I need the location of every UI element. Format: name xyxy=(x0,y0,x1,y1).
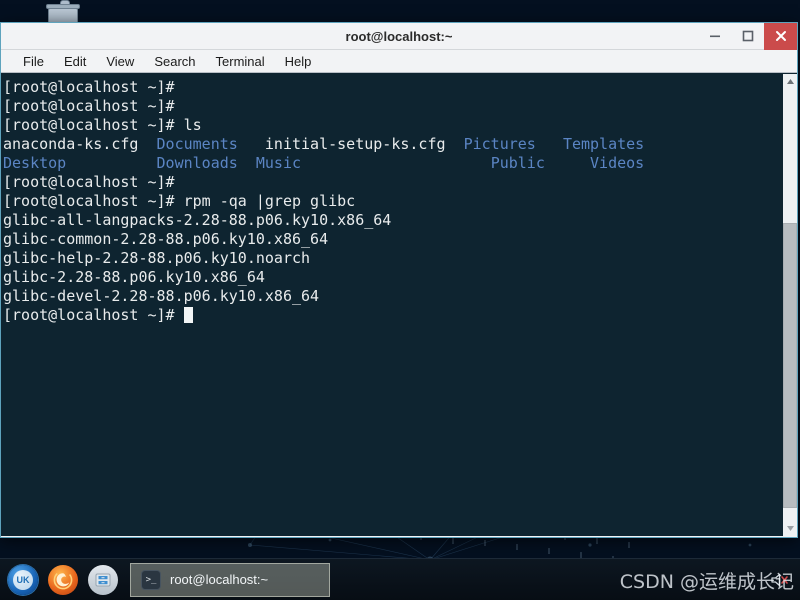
terminal-text: Public xyxy=(490,154,545,172)
terminal-text: [root@localhost ~]# xyxy=(3,173,175,191)
maximize-button[interactable] xyxy=(731,23,764,50)
system-tray xyxy=(768,569,800,591)
terminal-line: Desktop Downloads Music Public Videos xyxy=(3,154,782,173)
terminal-text: Templates xyxy=(562,135,645,153)
terminal-text: glibc-devel-2.28-88.p06.ky10.x86_64 xyxy=(3,287,320,305)
menu-item-file[interactable]: File xyxy=(13,52,54,71)
terminal-text: glibc-2.28-88.p06.ky10.x86_64 xyxy=(3,268,265,286)
terminal-text: glibc-help-2.28-88.p06.ky10.noarch xyxy=(3,249,311,267)
terminal-text: [root@localhost ~]# xyxy=(3,306,184,324)
display-icon[interactable] xyxy=(519,570,541,592)
menu-item-help[interactable]: Help xyxy=(275,52,322,71)
taskbar[interactable]: UK >_ root@localhost:~ CSDN @运维成长记 xyxy=(0,558,800,600)
terminal-line: anaconda-ks.cfg Documents initial-setup-… xyxy=(3,135,782,154)
terminal-text: Music xyxy=(255,154,302,172)
taskbar-button-terminal-label: root@localhost:~ xyxy=(170,572,269,587)
menu-item-terminal[interactable]: Terminal xyxy=(206,52,275,71)
terminal-line: glibc-help-2.28-88.p06.ky10.noarch xyxy=(3,249,782,268)
file-manager-icon[interactable] xyxy=(88,564,118,595)
window-titlebar[interactable]: root@localhost:~ xyxy=(1,22,797,50)
terminal-text: initial-setup-ks.cfg xyxy=(237,135,464,153)
terminal-line: glibc-all-langpacks-2.28-88.p06.ky10.x86… xyxy=(3,211,782,230)
scrollbar-track[interactable] xyxy=(783,89,797,521)
terminal-text: [root@localhost ~]# ls xyxy=(3,116,202,134)
terminal-line: [root@localhost ~]# rpm -qa |grep glibc xyxy=(3,192,782,211)
firefox-icon[interactable] xyxy=(48,564,78,595)
volume-muted-icon[interactable] xyxy=(768,569,790,591)
terminal-line: [root@localhost ~]# xyxy=(3,78,782,97)
terminal-text: anaconda-ks.cfg xyxy=(3,135,157,153)
terminal-text: Downloads xyxy=(156,154,238,172)
taskbar-launchers: UK xyxy=(0,564,118,595)
menu-item-search[interactable]: Search xyxy=(144,52,205,71)
terminal-scrollbar[interactable] xyxy=(782,74,797,536)
terminal-line: glibc-common-2.28-88.p06.ky10.x86_64 xyxy=(3,230,782,249)
close-button[interactable] xyxy=(764,22,797,50)
terminal-text: glibc-all-langpacks-2.28-88.p06.ky10.x86… xyxy=(3,211,392,229)
terminal-text: glibc-common-2.28-88.p06.ky10.x86_64 xyxy=(3,230,329,248)
terminal-text: Videos xyxy=(590,154,645,172)
terminal-cursor xyxy=(183,307,193,323)
terminal-body[interactable]: [root@localhost ~]# [root@localhost ~]# [r… xyxy=(1,73,797,536)
taskbar-window-buttons: >_ root@localhost:~ xyxy=(130,562,330,597)
menu-item-view[interactable]: View xyxy=(96,52,144,71)
terminal-line: [root@localhost ~]# ls xyxy=(3,116,782,135)
terminal-text: Documents xyxy=(156,135,238,153)
terminal-line: [root@localhost ~]# xyxy=(3,97,782,116)
terminal-line: [root@localhost ~]# xyxy=(3,173,782,192)
terminal-output[interactable]: [root@localhost ~]# [root@localhost ~]# [r… xyxy=(1,74,782,536)
window-title: root@localhost:~ xyxy=(345,28,453,44)
terminal-text: [root@localhost ~]# xyxy=(3,97,175,115)
terminal-window[interactable]: root@localhost:~ File Edit View Search T… xyxy=(0,22,798,538)
terminal-text: [root@localhost ~]# xyxy=(3,78,175,96)
kylin-start-icon[interactable]: UK xyxy=(8,564,38,595)
scrollbar-thumb[interactable] xyxy=(783,222,797,509)
terminal-text: Pictures xyxy=(463,135,536,153)
kylin-start-icon-label: UK xyxy=(13,569,33,590)
menu-bar[interactable]: File Edit View Search Terminal Help xyxy=(1,50,797,73)
taskbar-button-terminal[interactable]: >_ root@localhost:~ xyxy=(130,562,330,597)
terminal-icon: >_ xyxy=(141,569,161,590)
minimize-button[interactable] xyxy=(698,23,731,50)
scrollbar-down-arrow[interactable] xyxy=(783,521,797,536)
window-controls xyxy=(698,22,797,50)
scrollbar-up-arrow[interactable] xyxy=(783,74,797,89)
terminal-text: [root@localhost ~]# rpm -qa |grep glibc xyxy=(3,192,356,210)
terminal-line: glibc-devel-2.28-88.p06.ky10.x86_64 xyxy=(3,287,782,306)
terminal-text: Desktop xyxy=(3,154,67,172)
menu-item-edit[interactable]: Edit xyxy=(54,52,96,71)
terminal-line: glibc-2.28-88.p06.ky10.x86_64 xyxy=(3,268,782,287)
terminal-line: [root@localhost ~]# xyxy=(3,306,782,325)
